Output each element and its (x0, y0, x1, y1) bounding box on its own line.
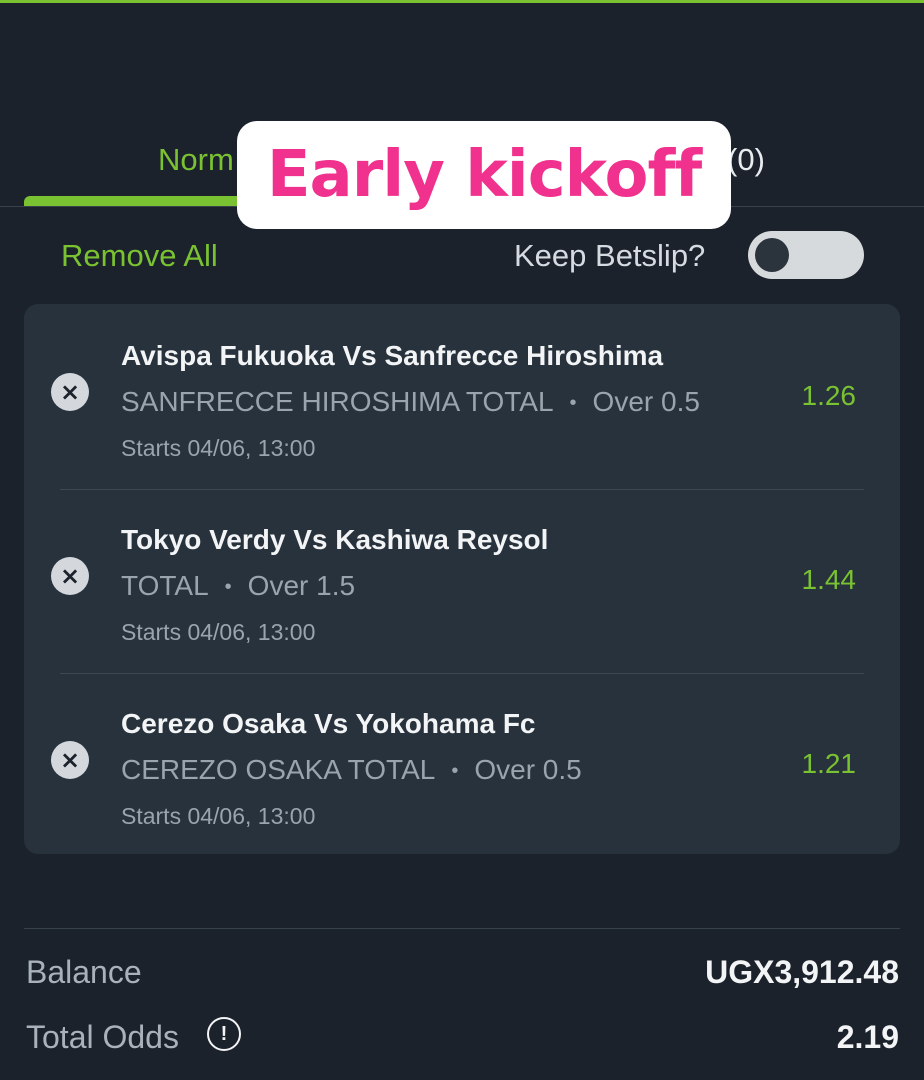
tab-normal[interactable]: Norm (158, 142, 234, 178)
market-name: SANFRECCE HIROSHIMA TOTAL (121, 386, 554, 417)
bet-odds: 1.26 (801, 380, 857, 411)
bet-start-time: Starts 04/06, 13:00 (121, 435, 316, 461)
bet-item: × Avispa Fukuoka Vs Sanfrecce Hiroshima … (24, 304, 900, 488)
early-kickoff-overlay: Early kickoff (237, 121, 731, 229)
keep-betslip-label: Keep Betslip? (514, 238, 706, 273)
tab-other[interactable]: (0) (727, 142, 765, 178)
separator-dot: • (224, 576, 232, 599)
keep-betslip-toggle[interactable] (748, 231, 864, 279)
toggle-knob (755, 238, 789, 272)
market-selection: Over 1.5 (247, 570, 356, 601)
bet-start-time: Starts 04/06, 13:00 (121, 803, 316, 829)
market-name: TOTAL (121, 570, 209, 601)
remove-bet-icon[interactable]: × (51, 557, 89, 595)
bet-match: Cerezo Osaka Vs Yokohama Fc (121, 708, 536, 739)
market-selection: Over 0.5 (592, 386, 700, 417)
bet-match: Tokyo Verdy Vs Kashiwa Reysol (121, 524, 549, 555)
remove-bet-icon[interactable]: × (51, 741, 89, 779)
total-odds-value: 2.19 (836, 1019, 899, 1055)
bet-match: Avispa Fukuoka Vs Sanfrecce Hiroshima (121, 340, 664, 371)
bet-list: × Avispa Fukuoka Vs Sanfrecce Hiroshima … (24, 304, 900, 854)
bet-odds: 1.44 (801, 564, 857, 595)
remove-bet-icon[interactable]: × (51, 373, 89, 411)
bet-odds: 1.21 (801, 748, 857, 779)
market-selection: Over 0.5 (474, 754, 582, 785)
summary-divider (24, 928, 900, 929)
total-odds-label: Total Odds (26, 1019, 179, 1055)
bet-market: SANFRECCE HIROSHIMA TOTAL • Over 0.5 (121, 386, 700, 418)
bet-market: CEREZO OSAKA TOTAL • Over 0.5 (121, 754, 582, 786)
info-icon[interactable]: ! (207, 1017, 241, 1051)
bet-item: × Cerezo Osaka Vs Yokohama Fc CEREZO OSA… (24, 673, 900, 857)
market-name: CEREZO OSAKA TOTAL (121, 754, 436, 785)
bet-start-time: Starts 04/06, 13:00 (121, 619, 316, 645)
separator-dot: • (451, 760, 459, 783)
bet-item: × Tokyo Verdy Vs Kashiwa Reysol TOTAL • Ov… (24, 489, 900, 673)
separator-dot: • (569, 392, 577, 415)
balance-label: Balance (26, 954, 142, 990)
top-accent-line (0, 0, 924, 3)
balance-value: UGX3,912.48 (705, 954, 899, 990)
remove-all-button[interactable]: Remove All (61, 238, 218, 274)
bet-market: TOTAL • Over 1.5 (121, 570, 355, 602)
